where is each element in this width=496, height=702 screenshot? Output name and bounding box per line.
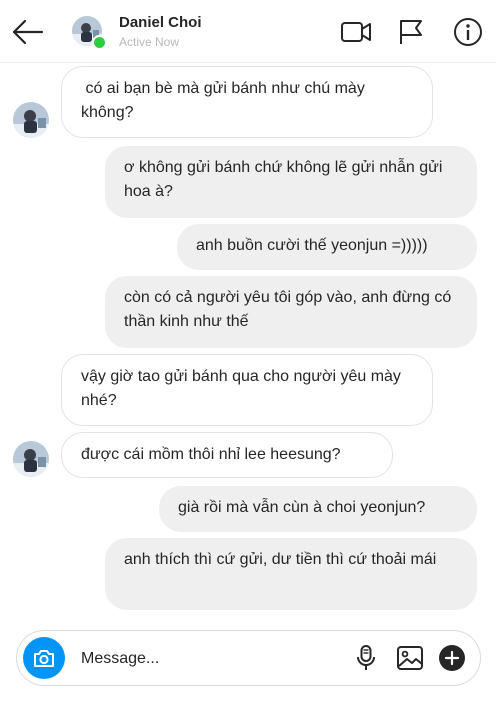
message-incoming[interactable]: có ai bạn bè mà gửi bánh như chú mày khô… (61, 66, 433, 138)
contact-avatar-small (13, 441, 49, 477)
contact-name[interactable]: Daniel Choi (119, 14, 202, 31)
microphone-icon[interactable] (351, 643, 381, 673)
back-arrow-icon[interactable] (10, 17, 46, 47)
message-outgoing[interactable]: anh buồn cười thế yeonjun =))))) (177, 224, 477, 270)
message-outgoing[interactable]: còn có cả người yêu tôi góp vào, anh đừn… (105, 276, 477, 348)
message-input[interactable] (79, 645, 343, 673)
camera-icon[interactable] (23, 637, 65, 679)
message-incoming[interactable]: vậy giờ tao gửi bánh qua cho người yêu m… (61, 354, 433, 426)
chat-header: Daniel Choi Active Now (0, 0, 496, 63)
online-status-dot (92, 35, 107, 50)
gallery-icon[interactable] (395, 643, 425, 673)
message-outgoing[interactable]: ơ không gửi bánh chứ không lẽ gửi nhẫn g… (105, 146, 477, 218)
flag-icon[interactable] (396, 17, 426, 47)
video-call-icon[interactable] (340, 17, 371, 47)
message-outgoing[interactable]: anh thích thì cứ gửi, dư tiền thì cứ tho… (105, 538, 477, 610)
info-icon[interactable] (452, 17, 482, 47)
message-outgoing[interactable]: già rồi mà vẫn cùn à choi yeonjun? (159, 486, 477, 532)
message-composer (16, 630, 481, 686)
contact-avatar-small (13, 102, 49, 138)
message-incoming[interactable]: được cái mồm thôi nhỉ lee heesung? (61, 432, 393, 478)
active-status: Active Now (119, 35, 180, 49)
plus-icon[interactable] (437, 643, 467, 673)
